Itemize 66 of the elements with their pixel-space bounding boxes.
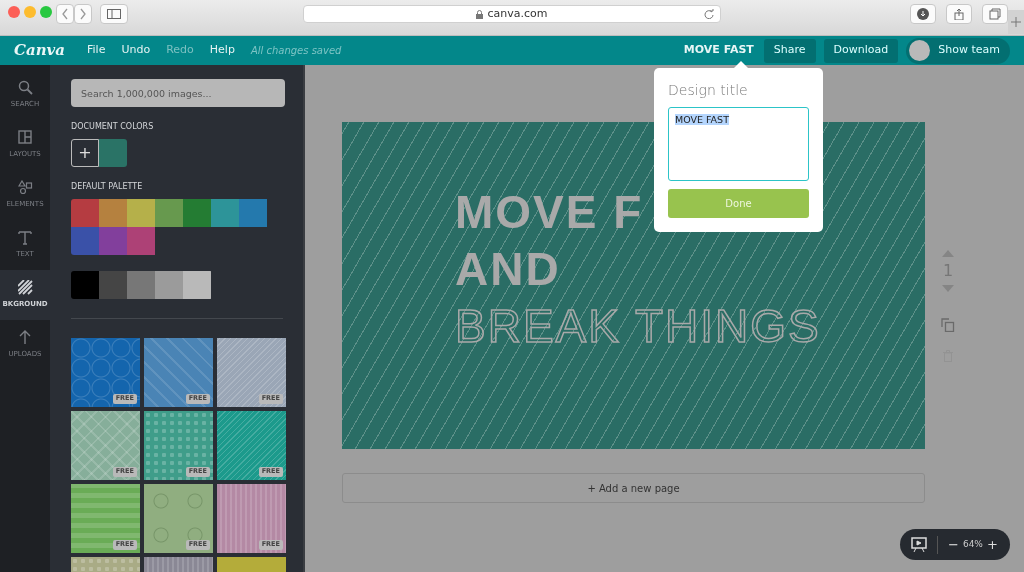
search-field[interactable]: Search 1,000,000 images...: [71, 79, 285, 107]
color-swatch[interactable]: [183, 199, 211, 227]
color-swatch[interactable]: [99, 271, 127, 299]
design-heading: MOVE F: [455, 185, 644, 240]
popover-title: Design title: [668, 81, 749, 100]
title-field[interactable]: MOVE FAST: [668, 107, 809, 181]
search-icon: [17, 80, 33, 96]
add-page-button[interactable]: + Add a new page: [342, 473, 925, 503]
menu-item[interactable]: File: [87, 42, 106, 59]
text-icon: [17, 230, 33, 246]
zoom-out-button[interactable]: −: [944, 534, 963, 555]
window-control-button[interactable]: [24, 6, 36, 18]
download-button[interactable]: [910, 4, 936, 24]
forward-button[interactable]: [74, 4, 92, 24]
layout-icon: [17, 130, 33, 146]
lock-icon: [476, 9, 484, 19]
design-name[interactable]: MOVE FAST: [683, 42, 754, 59]
color-swatch[interactable]: [71, 227, 99, 255]
section-label: DOCUMENT COLORS: [71, 121, 155, 133]
color-swatch[interactable]: [183, 271, 211, 299]
shapes-icon: [17, 180, 33, 196]
color-swatch[interactable]: [155, 271, 183, 299]
tabs-icon: [989, 8, 1001, 20]
back-button[interactable]: [56, 4, 74, 24]
color-swatch[interactable]: [71, 199, 99, 227]
color-swatch[interactable]: [155, 199, 183, 227]
url-text: canva.com: [487, 5, 548, 22]
color-swatch[interactable]: [211, 199, 239, 227]
toolbar-button[interactable]: Download: [823, 38, 899, 63]
color-swatch[interactable]: [127, 227, 155, 255]
hatch-icon: [17, 280, 33, 296]
reload-icon[interactable]: [704, 9, 714, 19]
presentation-icon[interactable]: [911, 536, 927, 553]
share-icon: [953, 8, 965, 20]
share-button[interactable]: [946, 4, 972, 24]
design-heading: AND: [455, 242, 561, 297]
chevron-left-icon: [60, 7, 70, 21]
up-arrow-icon[interactable]: [942, 250, 954, 257]
down-arrow-icon[interactable]: [942, 285, 954, 292]
zoom-in-button[interactable]: +: [982, 534, 1002, 555]
download-icon: [917, 8, 929, 20]
upload-icon: [17, 330, 33, 346]
menu-item[interactable]: Help: [209, 42, 235, 59]
copy-icon[interactable]: [941, 318, 955, 332]
color-swatch[interactable]: [99, 139, 127, 167]
menu-item[interactable]: Undo: [121, 42, 151, 59]
zoom-level: 64%: [962, 537, 983, 551]
window-control-button[interactable]: [8, 6, 20, 18]
color-swatch[interactable]: [239, 199, 267, 227]
new-tab-icon[interactable]: [1008, 10, 1024, 34]
color-swatch[interactable]: [127, 199, 155, 227]
color-swatch[interactable]: [71, 271, 99, 299]
chevron-right-icon: [78, 7, 88, 21]
color-swatch[interactable]: [127, 271, 155, 299]
section-label: DEFAULT PALETTE: [71, 181, 144, 193]
color-swatch[interactable]: [99, 199, 127, 227]
show-team-toggle[interactable]: Show team: [906, 37, 1010, 64]
sidebar-toggle-button[interactable]: [100, 4, 128, 24]
tabs-button[interactable]: [982, 4, 1008, 24]
logo[interactable]: Canva: [14, 39, 65, 62]
color-swatch[interactable]: [99, 227, 127, 255]
window-control-button[interactable]: [40, 6, 52, 18]
toolbar-button[interactable]: Share: [763, 38, 816, 63]
design-heading: BREAK THINGS: [455, 299, 821, 354]
sidebar-icon: [107, 9, 121, 19]
save-status: All changes saved: [250, 44, 342, 58]
